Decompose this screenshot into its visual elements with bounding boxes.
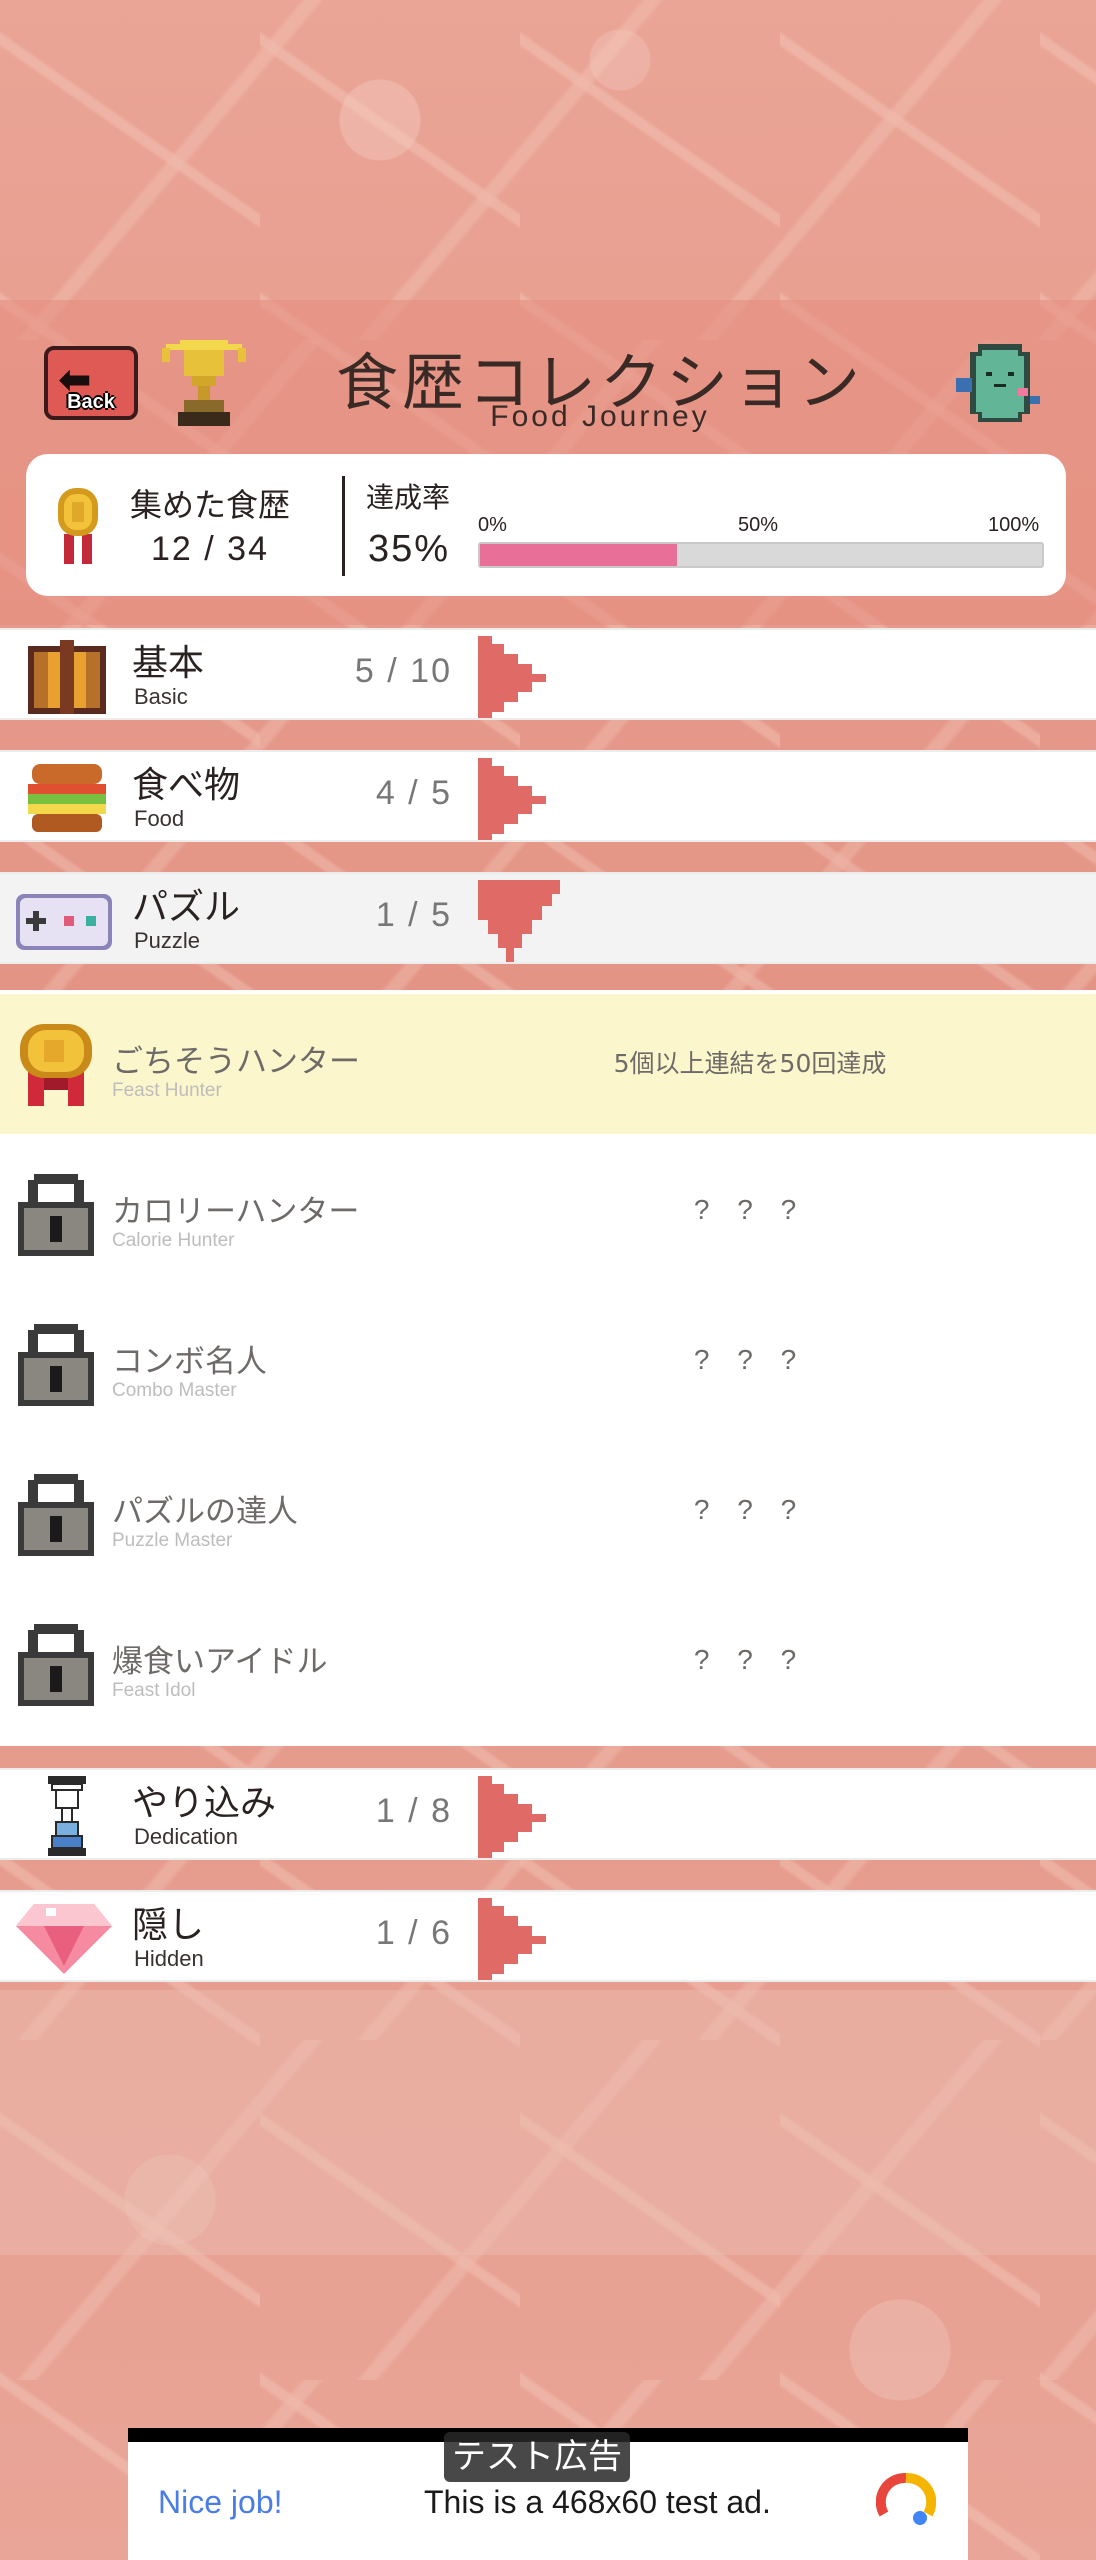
achievement-name-en: Calorie Hunter [112, 1230, 235, 1251]
ad-headline[interactable]: Nice job! [158, 2484, 283, 2521]
progress-tick-0: 0% [478, 514, 507, 536]
summary-card: 集めた食歴 12 / 34 達成率 35% 0% 50% 100% [26, 454, 1066, 596]
category-count: 4 / 5 [375, 774, 452, 812]
collected-count: 12 / 34 [151, 530, 269, 568]
gift-box-icon [28, 640, 106, 714]
progress-tick-50: 50% [738, 514, 779, 536]
divider [342, 476, 345, 576]
burger-icon [28, 764, 106, 832]
achievement-name-en: Combo Master [112, 1380, 237, 1401]
achievement-description: ? ? ? [693, 1494, 807, 1525]
achievement-name: ごちそうハンター [112, 1044, 360, 1080]
achievement-name-en: Feast Idol [112, 1680, 196, 1701]
achievement-calorie-hunter[interactable]: カロリーハンター Calorie Hunter ? ? ? [0, 1144, 1096, 1284]
category-name: 食べ物 [132, 765, 241, 806]
category-name-en: Food [134, 806, 185, 831]
achievement-description: ? ? ? [693, 1644, 807, 1675]
category-name: やり込み [132, 1783, 277, 1824]
category-dedication[interactable]: やり込み Dedication 1 / 8 [0, 1768, 1096, 1860]
category-hidden[interactable]: 隠し Hidden 1 / 6 [0, 1890, 1096, 1982]
achievement-combo-master[interactable]: コンボ名人 Combo Master ? ? ? [0, 1294, 1096, 1434]
achievement-name: 爆食いアイドル [112, 1644, 328, 1680]
progress-tick-100: 100% [988, 514, 1040, 536]
ad-text[interactable]: This is a 468x60 test ad. [424, 2484, 771, 2521]
category-basic[interactable]: 基本 Basic 5 / 10 [0, 628, 1096, 720]
achievement-puzzle-master[interactable]: パズルの達人 Puzzle Master ? ? ? [0, 1444, 1096, 1584]
category-name-en: Puzzle [134, 928, 201, 953]
progress-bar-fill [480, 544, 677, 566]
page-subtitle: Food Journey [490, 400, 710, 433]
gamepad-icon [16, 894, 112, 950]
rate-label: 達成率 [366, 481, 451, 514]
category-count: 1 / 6 [375, 1914, 452, 1952]
ad-network-logo-icon[interactable] [876, 2472, 936, 2532]
achievement-description: ? ? ? [693, 1344, 807, 1375]
medal-icon [58, 488, 98, 564]
back-button[interactable]: ⬅ Back [44, 346, 138, 420]
gem-icon [16, 1904, 112, 1974]
achievement-description: 5個以上連結を50回達成 [613, 1049, 887, 1078]
trophy-icon[interactable] [156, 334, 252, 430]
achievement-name: パズルの達人 [112, 1494, 298, 1530]
achievement-name: コンボ名人 [112, 1344, 267, 1380]
achievement-description: ? ? ? [693, 1194, 807, 1225]
category-name-en: Dedication [134, 1824, 238, 1849]
category-count: 1 / 5 [375, 896, 452, 934]
achievement-name: カロリーハンター [112, 1194, 360, 1230]
test-ad-label: テスト広告 [444, 2432, 630, 2482]
achievement-feast-hunter[interactable]: ごちそうハンター Feast Hunter 5個以上連結を50回達成 [0, 994, 1096, 1134]
chevron-right-icon [478, 758, 546, 840]
achievement-name-en: Feast Hunter [112, 1080, 222, 1101]
chevron-down-icon [478, 880, 560, 962]
back-label: Back [67, 391, 115, 413]
hourglass-icon [48, 1776, 86, 1856]
category-count: 5 / 10 [354, 652, 452, 690]
lock-icon [18, 1174, 94, 1256]
category-name-en: Basic [134, 684, 188, 709]
category-name: 基本 [132, 643, 205, 684]
lock-icon [18, 1474, 94, 1556]
collected-label: 集めた食歴 [130, 486, 291, 524]
mascot-icon [956, 344, 1040, 422]
achievement-name-en: Puzzle Master [112, 1530, 233, 1551]
category-puzzle[interactable]: パズル Puzzle 1 / 5 [0, 872, 1096, 964]
medal-icon [20, 1024, 92, 1106]
category-name: パズル [132, 887, 241, 928]
progress-bar [478, 542, 1044, 568]
lock-icon [18, 1624, 94, 1706]
rate-value: 35% [368, 528, 451, 570]
chevron-right-icon [478, 1898, 546, 1980]
lock-icon [18, 1324, 94, 1406]
achievement-list: ごちそうハンター Feast Hunter 5個以上連結を50回達成 カロリーハ… [0, 990, 1096, 1746]
empty-panel [0, 1990, 1096, 2255]
chevron-right-icon [478, 1776, 546, 1858]
category-count: 1 / 8 [375, 1792, 452, 1830]
achievement-feast-idol[interactable]: 爆食いアイドル Feast Idol ? ? ? [0, 1594, 1096, 1734]
category-name: 隠し [132, 1905, 205, 1946]
category-food[interactable]: 食べ物 Food 4 / 5 [0, 750, 1096, 842]
category-name-en: Hidden [134, 1946, 204, 1971]
chevron-right-icon [478, 636, 546, 718]
